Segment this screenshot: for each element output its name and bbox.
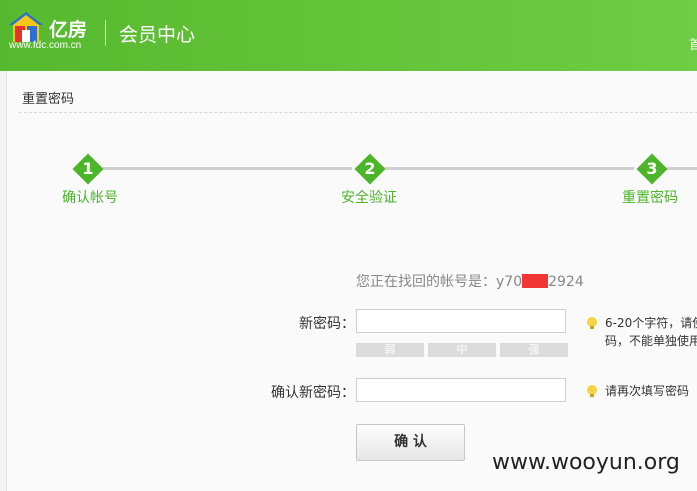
step-3-number: 3	[646, 159, 658, 178]
new-password-label: 新密码：	[299, 316, 355, 332]
member-center-title: 会员中心	[119, 24, 196, 46]
site-header: 亿房 www.fdc.com.cn 会员中心 首	[0, 0, 697, 71]
strength-strong: 强	[500, 343, 568, 357]
confirm-password-input[interactable]	[356, 378, 566, 402]
step-2-label: 安全验证	[341, 190, 397, 206]
step-3-label: 重置密码	[622, 190, 678, 206]
strength-weak: 弱	[356, 343, 424, 357]
step-connector	[103, 167, 352, 170]
title-divider	[19, 112, 697, 113]
home-link[interactable]: 首	[689, 34, 697, 53]
redaction-block	[522, 274, 549, 288]
step-connector	[667, 167, 697, 170]
brand-name[interactable]: 亿房	[49, 15, 87, 42]
confirm-password-label: 确认新密码：	[271, 385, 355, 401]
account-info: 您正在找回的帐号是：y70 2924	[356, 271, 584, 291]
confirm-button[interactable]: 确 认	[356, 424, 465, 461]
house-logo-icon[interactable]	[9, 12, 43, 42]
header-divider	[105, 20, 106, 46]
strength-medium: 中	[428, 343, 496, 357]
step-2-number: 2	[364, 159, 376, 178]
step-1-label: 确认帐号	[62, 190, 118, 206]
new-password-hint: 6-20个字符，请使 码，不能单独使用	[605, 314, 697, 350]
watermark: www.wooyun.org	[492, 450, 680, 475]
main-panel: 重置密码 1 确认帐号 2 安全验证 3 重置密码 您正在找回的帐号是：y70 2…	[6, 71, 697, 491]
hint-line-2: 码，不能单独使用	[605, 334, 697, 348]
new-password-input[interactable]	[356, 309, 566, 333]
lightbulb-icon	[587, 317, 597, 329]
account-prefix: 您正在找回的帐号是：y70	[356, 274, 523, 290]
confirm-password-hint: 请再次填写密码	[605, 384, 690, 398]
lightbulb-icon	[587, 385, 597, 397]
account-suffix: 2924	[548, 274, 584, 290]
page-title: 重置密码	[22, 92, 75, 107]
brand-url: www.fdc.com.cn	[9, 40, 82, 51]
step-connector	[385, 167, 634, 170]
step-1-number: 1	[82, 159, 94, 178]
hint-line-1: 6-20个字符，请使	[605, 316, 697, 330]
